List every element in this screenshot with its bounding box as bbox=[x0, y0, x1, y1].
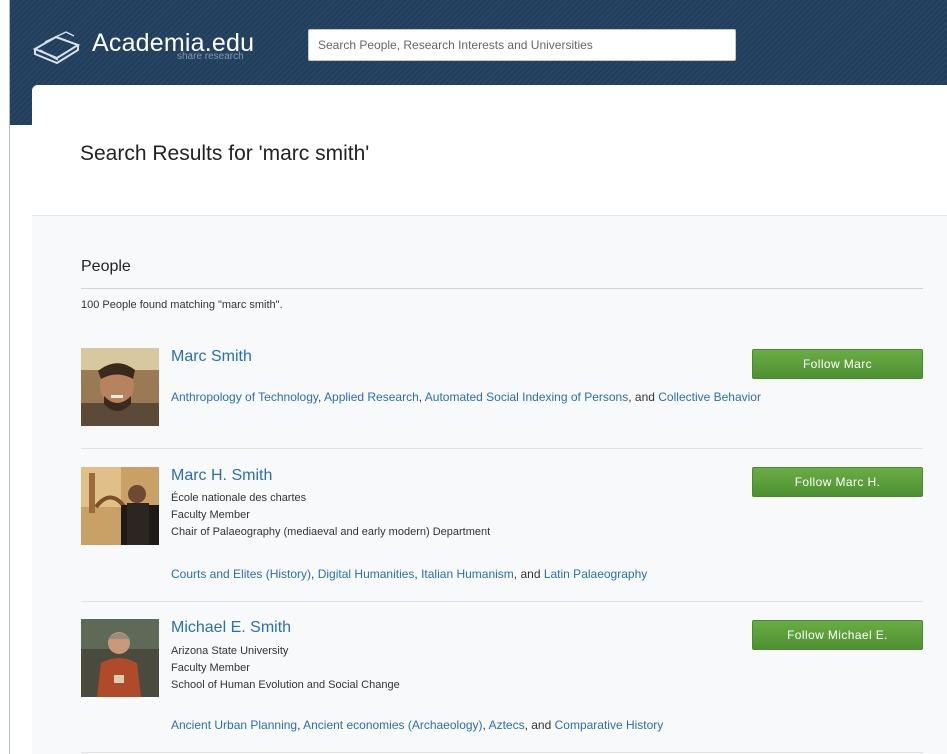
person-photo[interactable] bbox=[81, 619, 159, 697]
and-text: , and bbox=[513, 567, 544, 581]
research-interests: Anthropology of Technology, Applied Rese… bbox=[171, 390, 761, 404]
interest-link[interactable]: Collective Behavior bbox=[658, 390, 761, 404]
interest-link[interactable]: Latin Palaeography bbox=[544, 567, 647, 581]
logo-tagline: share research bbox=[177, 51, 244, 62]
person-name-link[interactable]: Marc Smith bbox=[171, 348, 252, 366]
person-affiliation[interactable]: École nationale des chartes bbox=[171, 490, 306, 506]
result-divider bbox=[81, 601, 923, 602]
follow-button[interactable]: Follow Marc H. bbox=[752, 467, 923, 497]
person-department: School of Human Evolution and Social Cha… bbox=[171, 679, 400, 691]
people-section-heading: People bbox=[81, 258, 131, 275]
person-department: Chair of Palaeography (mediaeval and ear… bbox=[171, 526, 491, 538]
interest-link[interactable]: Aztecs bbox=[489, 718, 525, 732]
interest-link[interactable]: Applied Research bbox=[324, 390, 419, 404]
person-result-marc-h-smith: Marc H. Smith École nationale des charte… bbox=[81, 467, 923, 587]
section-divider bbox=[81, 288, 923, 289]
interest-link[interactable]: Ancient Urban Planning bbox=[171, 718, 297, 732]
results-header: Search Results for 'marc smith' bbox=[32, 85, 947, 216]
follow-button[interactable]: Follow Michael E. bbox=[752, 620, 923, 650]
left-page-edge bbox=[0, 0, 10, 754]
person-name-link[interactable]: Michael E. Smith bbox=[171, 619, 291, 637]
person-result-marc-smith: Marc Smith Anthropology of Technology, A… bbox=[81, 348, 923, 428]
people-count-text: 100 People found matching "marc smith". bbox=[81, 299, 283, 311]
interest-link[interactable]: Courts and Elites (History) bbox=[171, 567, 311, 581]
interest-link[interactable]: Comparative History bbox=[555, 718, 664, 732]
person-result-michael-e-smith: Michael E. Smith Arizona State Universit… bbox=[81, 619, 923, 739]
person-photo[interactable] bbox=[81, 467, 159, 545]
search-input[interactable] bbox=[308, 29, 736, 61]
follow-button[interactable]: Follow Marc bbox=[752, 349, 923, 379]
interest-link[interactable]: Anthropology of Technology bbox=[171, 390, 318, 404]
page-title: Search Results for 'marc smith' bbox=[80, 142, 370, 165]
book-icon bbox=[32, 31, 81, 65]
person-position: Faculty Member bbox=[171, 662, 250, 674]
person-photo[interactable] bbox=[81, 348, 159, 426]
interest-link[interactable]: Italian Humanism bbox=[421, 567, 514, 581]
person-affiliation[interactable]: Arizona State University bbox=[171, 643, 288, 659]
and-text: , and bbox=[628, 390, 659, 404]
separator: , bbox=[311, 567, 318, 581]
research-interests: Courts and Elites (History), Digital Hum… bbox=[171, 567, 647, 581]
interest-link[interactable]: Ancient economies (Archaeology) bbox=[303, 718, 482, 732]
person-name-link[interactable]: Marc H. Smith bbox=[171, 467, 272, 485]
research-interests: Ancient Urban Planning, Ancient economie… bbox=[171, 718, 663, 732]
result-divider bbox=[81, 752, 923, 753]
result-divider bbox=[81, 448, 923, 449]
interest-link[interactable]: Automated Social Indexing of Persons bbox=[425, 390, 628, 404]
person-position: Faculty Member bbox=[171, 509, 250, 521]
and-text: , and bbox=[524, 718, 555, 732]
interest-link[interactable]: Digital Humanities bbox=[318, 567, 415, 581]
